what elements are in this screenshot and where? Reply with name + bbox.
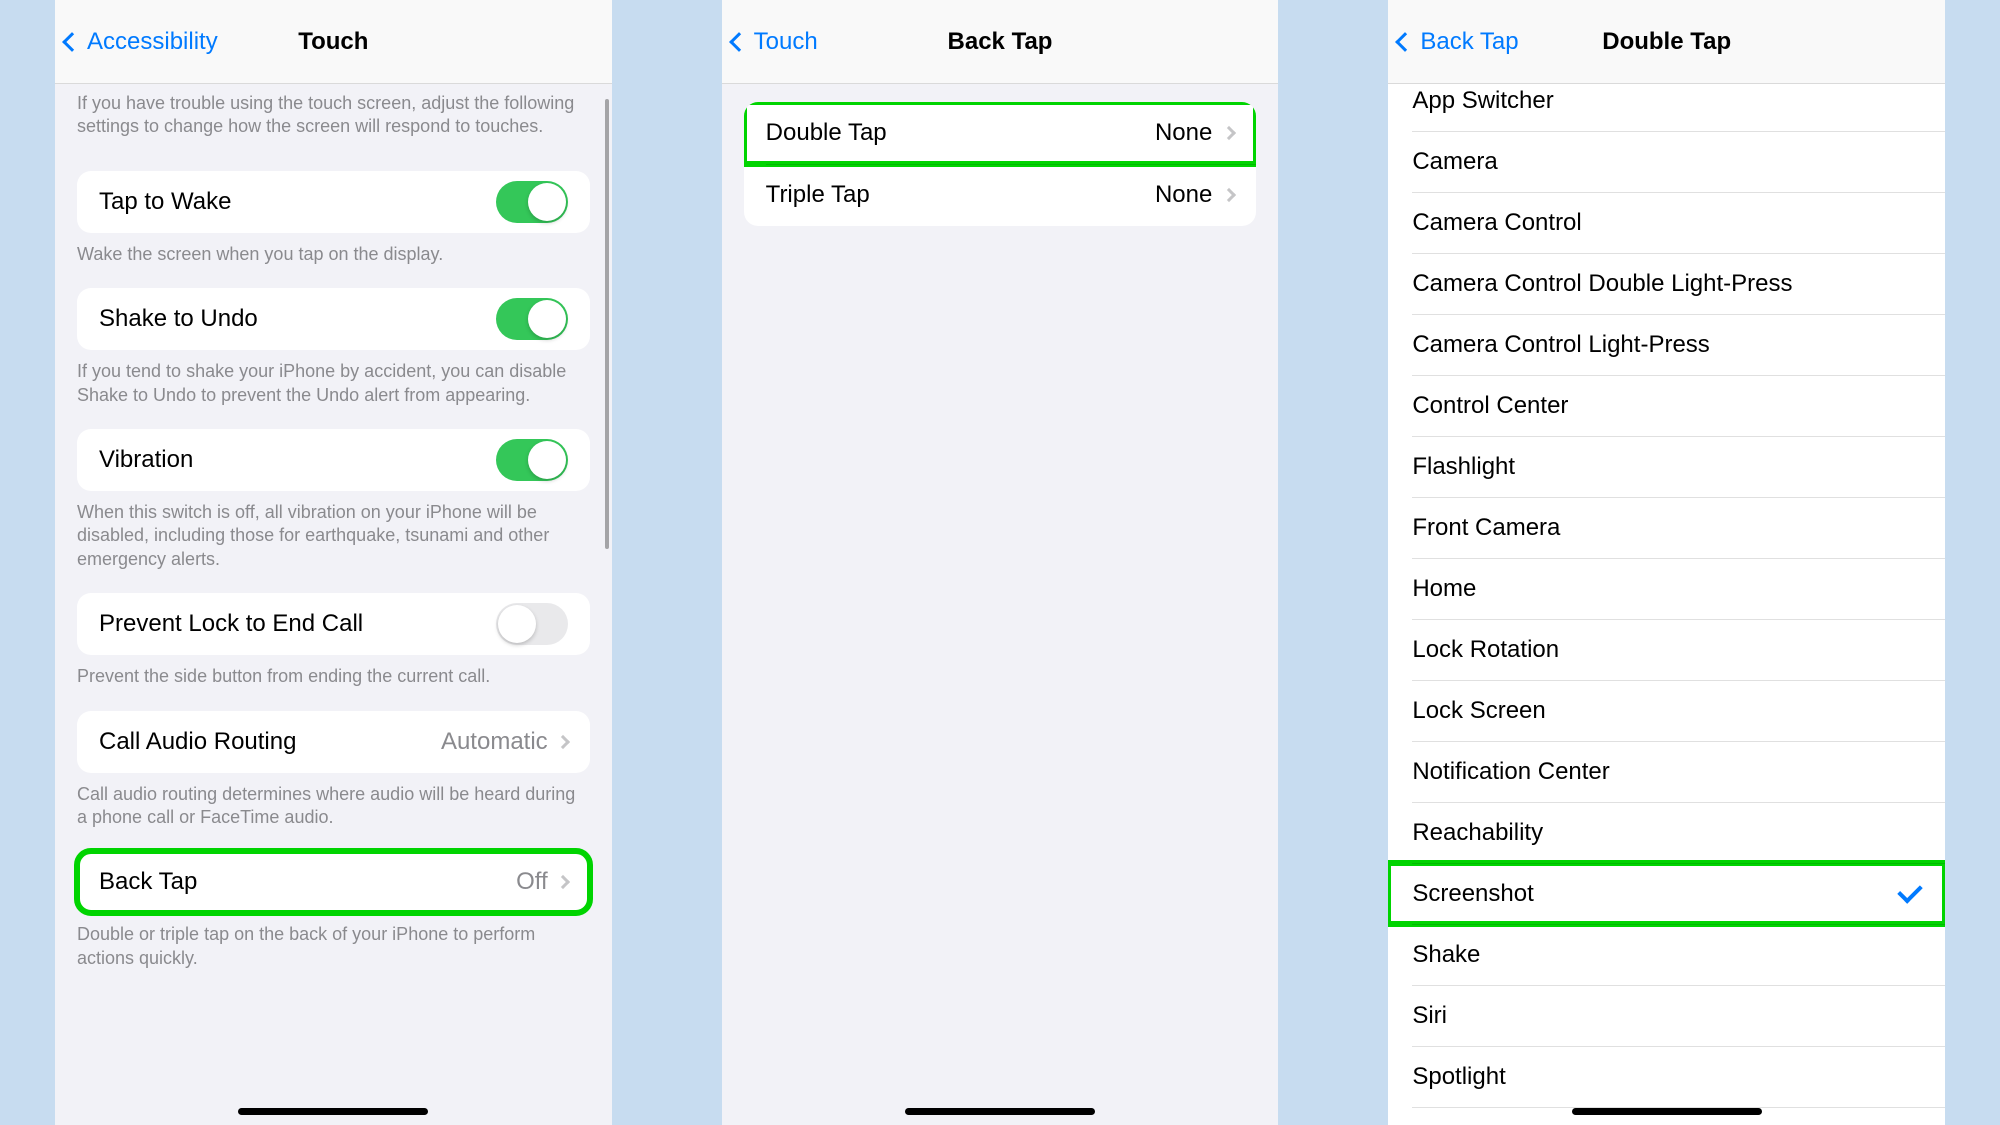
option-label: Lock Screen <box>1412 697 1545 725</box>
option-label: App Switcher <box>1412 87 1553 115</box>
back-tap-options: Double Tap None Triple Tap None <box>744 102 1257 226</box>
option-label: Flashlight <box>1412 453 1515 481</box>
back-label: Accessibility <box>87 28 218 56</box>
option-row[interactable]: Camera Control Double Light-Press <box>1388 253 1945 314</box>
option-label: Screenshot <box>1412 880 1533 908</box>
row-label: Back Tap <box>99 868 197 896</box>
option-label: Control Center <box>1412 392 1568 420</box>
vibration-row[interactable]: Vibration <box>77 429 590 491</box>
back-label: Back Tap <box>1420 28 1518 56</box>
back-label: Touch <box>754 28 818 56</box>
option-row[interactable]: App Switcher <box>1388 84 1945 131</box>
option-row[interactable]: Home <box>1388 558 1945 619</box>
chevron-right-icon <box>1222 126 1236 140</box>
navbar: Accessibility Touch <box>55 0 612 84</box>
row-label: Call Audio Routing <box>99 728 296 756</box>
back-button[interactable]: Touch <box>732 0 818 83</box>
option-row[interactable]: Camera Control <box>1388 192 1945 253</box>
row-value: Automatic <box>441 728 548 756</box>
back-tap-footer: Double or triple tap on the back of your… <box>55 913 612 984</box>
navbar: Back Tap Double Tap <box>1388 0 1945 84</box>
double-tap-row[interactable]: Double Tap None <box>744 102 1257 164</box>
back-tap-row[interactable]: Back Tap Off <box>77 851 590 913</box>
row-label: Vibration <box>99 446 193 474</box>
option-row[interactable]: Reachability <box>1388 802 1945 863</box>
phone-double-tap: Back Tap Double Tap App Switcher Camera Ca… <box>1333 0 2000 1125</box>
row-value: None <box>1155 181 1212 209</box>
shake-to-undo-row[interactable]: Shake to Undo <box>77 288 590 350</box>
tap-to-wake-footer: Wake the screen when you tap on the disp… <box>55 233 612 280</box>
option-label: Camera Control Light-Press <box>1412 331 1709 359</box>
option-row[interactable]: Control Center <box>1388 375 1945 436</box>
option-row[interactable]: Camera <box>1388 131 1945 192</box>
vibration-toggle[interactable] <box>496 439 568 481</box>
chevron-right-icon <box>1222 188 1236 202</box>
row-label: Prevent Lock to End Call <box>99 610 363 638</box>
option-label: Camera Control <box>1412 209 1581 237</box>
triple-tap-row[interactable]: Triple Tap None <box>744 164 1257 226</box>
back-button[interactable]: Accessibility <box>65 0 218 83</box>
option-row[interactable]: Front Camera <box>1388 497 1945 558</box>
option-label: Camera Control Double Light-Press <box>1412 270 1792 298</box>
prevent-lock-toggle[interactable] <box>496 603 568 645</box>
option-row[interactable]: Lock Rotation <box>1388 619 1945 680</box>
option-label: Shake <box>1412 941 1480 969</box>
option-row[interactable]: Camera Control Light-Press <box>1388 314 1945 375</box>
chevron-left-icon <box>1395 32 1415 52</box>
shake-to-undo-footer: If you tend to shake your iPhone by acci… <box>55 350 612 421</box>
option-label: Reachability <box>1412 819 1543 847</box>
shake-to-undo-toggle[interactable] <box>496 298 568 340</box>
option-label: Notification Center <box>1412 758 1609 786</box>
row-label: Shake to Undo <box>99 305 258 333</box>
intro-text: If you have trouble using the touch scre… <box>55 84 612 153</box>
option-row[interactable]: Flashlight <box>1388 436 1945 497</box>
option-label: Front Camera <box>1412 514 1560 542</box>
back-button[interactable]: Back Tap <box>1398 0 1518 83</box>
option-label: Spotlight <box>1412 1063 1505 1091</box>
prevent-lock-footer: Prevent the side button from ending the … <box>55 655 612 702</box>
home-indicator[interactable] <box>905 1108 1095 1115</box>
call-audio-footer: Call audio routing determines where audi… <box>55 773 612 844</box>
home-indicator[interactable] <box>238 1108 428 1115</box>
row-label: Triple Tap <box>766 181 870 209</box>
option-row[interactable]: Siri <box>1388 985 1945 1046</box>
check-icon <box>1897 878 1922 903</box>
option-row[interactable]: Lock Screen <box>1388 680 1945 741</box>
chevron-left-icon <box>729 32 749 52</box>
option-row[interactable]: Screenshot <box>1388 863 1945 924</box>
option-row[interactable]: Notification Center <box>1388 741 1945 802</box>
phone-back-tap: Touch Back Tap Double Tap None Triple T <box>667 0 1334 1125</box>
chevron-right-icon <box>556 734 570 748</box>
tap-to-wake-toggle[interactable] <box>496 181 568 223</box>
chevron-left-icon <box>62 32 82 52</box>
option-label: Camera <box>1412 148 1497 176</box>
row-value: None <box>1155 119 1212 147</box>
navbar: Touch Back Tap <box>722 0 1279 84</box>
phone-touch-settings: Accessibility Touch If you have trouble … <box>0 0 667 1125</box>
scrollbar[interactable] <box>605 99 609 549</box>
chevron-right-icon <box>556 875 570 889</box>
row-value: Off <box>516 868 548 896</box>
call-audio-routing-row[interactable]: Call Audio Routing Automatic <box>77 711 590 773</box>
home-indicator[interactable] <box>1572 1108 1762 1115</box>
option-row[interactable]: Shake <box>1388 924 1945 985</box>
row-label: Double Tap <box>766 119 887 147</box>
prevent-lock-row[interactable]: Prevent Lock to End Call <box>77 593 590 655</box>
option-row[interactable]: Spotlight <box>1388 1046 1945 1107</box>
option-label: Lock Rotation <box>1412 636 1559 664</box>
option-label: Home <box>1412 575 1476 603</box>
tap-to-wake-row[interactable]: Tap to Wake <box>77 171 590 233</box>
double-tap-options-list: App Switcher Camera Camera Control Camera C… <box>1388 84 1945 1125</box>
row-label: Tap to Wake <box>99 188 232 216</box>
option-label: Siri <box>1412 1002 1447 1030</box>
vibration-footer: When this switch is off, all vibration o… <box>55 491 612 585</box>
